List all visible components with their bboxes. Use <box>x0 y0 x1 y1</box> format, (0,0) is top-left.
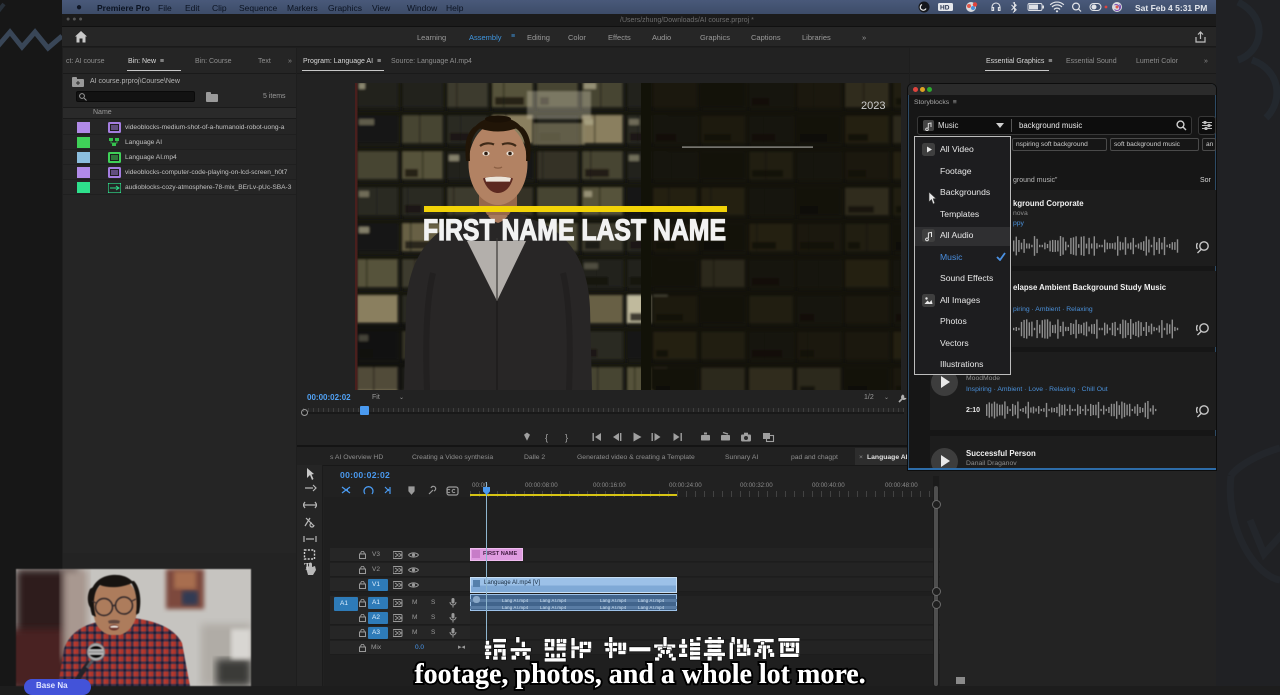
svg-text:2023: 2023 <box>861 100 885 112</box>
svg-text:}: } <box>565 433 568 444</box>
svg-text:HD: HD <box>940 5 950 12</box>
svg-text:FIRST NAME LAST NAME: FIRST NAME LAST NAME <box>423 214 726 247</box>
svg-text:{: { <box>545 433 548 444</box>
